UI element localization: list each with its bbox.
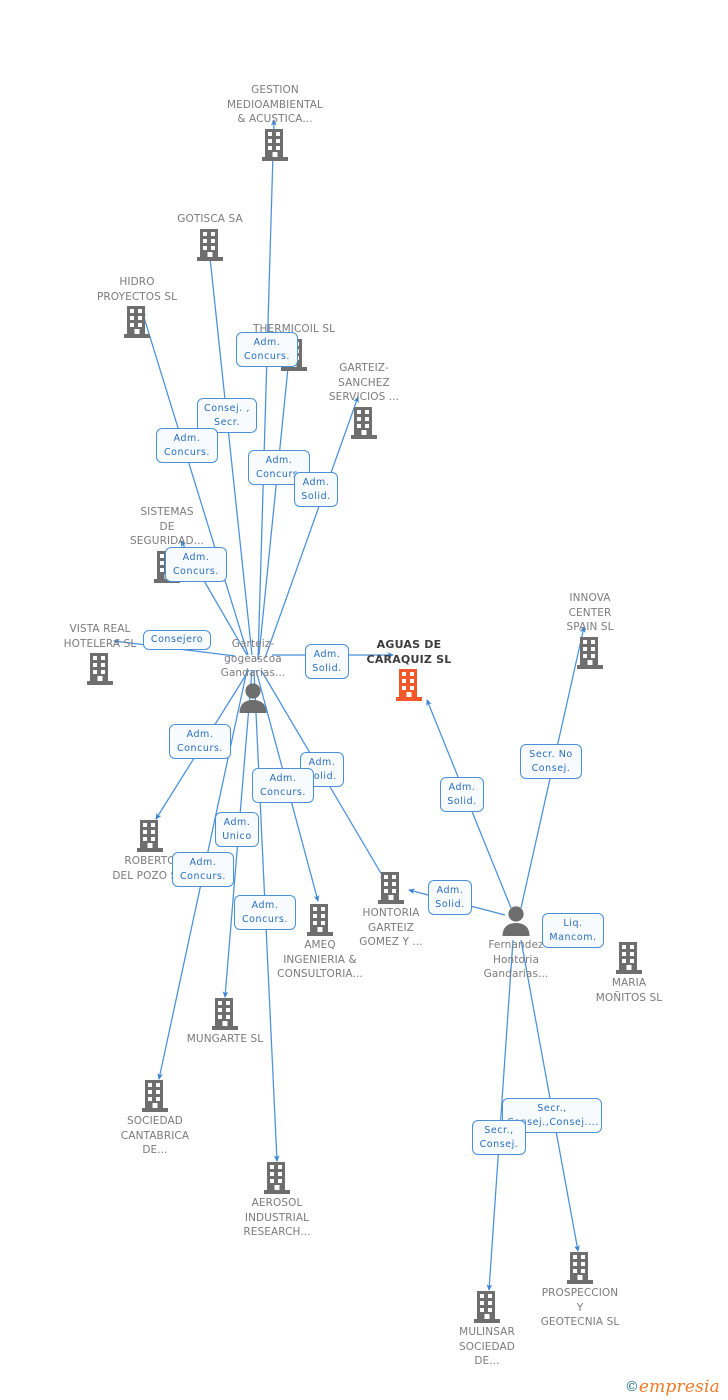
building-icon: [515, 636, 665, 670]
relation-tag-aguas-right[interactable]: Adm. Solid.: [440, 777, 484, 812]
graph-node-gotisca[interactable]: GOTISCA SA: [135, 212, 285, 262]
relation-tag-vistareal[interactable]: Consejero: [143, 630, 211, 650]
graph-node-label: AGUAS DE CARAQUIZ SL: [366, 638, 452, 666]
graph-node-label: GOTISCA SA: [177, 213, 243, 225]
edge-garteizp-to-gestion: [257, 119, 277, 661]
edge-garteizp-to-thermicoil: [258, 357, 292, 656]
copyright-icon: ©: [624, 1379, 639, 1395]
graph-node-label: GESTION MEDIOAMBIENTAL & ACUSTICA...: [226, 84, 324, 125]
graph-node-label: MARIA MOÑITOS SL: [595, 977, 663, 1004]
building-icon: [25, 652, 175, 686]
relation-tag-hidro[interactable]: Adm. Concurs.: [156, 428, 218, 463]
building-icon: [505, 1251, 655, 1285]
graph-node-label: HIDRO PROYECTOS SL: [96, 276, 178, 303]
relation-tag-mungarte[interactable]: Adm. Unico: [215, 812, 259, 847]
graph-node-label: MUNGARTE SL: [186, 1033, 264, 1045]
relation-tag-maria[interactable]: Liq. Mancom.: [542, 913, 604, 948]
relation-tag-aguas-left[interactable]: Adm. Solid.: [305, 644, 349, 679]
relation-tag-sistemas[interactable]: Adm. Concurs.: [165, 547, 227, 582]
building-icon: [412, 1290, 562, 1324]
graph-node-gestion[interactable]: GESTION MEDIOAMBIENTAL & ACUSTICA...: [200, 83, 350, 162]
graph-node-innova[interactable]: INNOVA CENTER SPAIN SL: [515, 591, 665, 670]
building-icon: [289, 406, 439, 440]
relation-tag-innova[interactable]: Secr. No Consej.: [520, 744, 582, 779]
building-icon: [150, 997, 300, 1031]
graph-node-aerosol[interactable]: AEROSOL INDUSTRIAL RESEARCH...: [202, 1161, 352, 1240]
building-icon: [62, 305, 212, 339]
relation-tag-garteizsan[interactable]: Adm. Solid.: [294, 472, 338, 507]
graph-node-label: INNOVA CENTER SPAIN SL: [566, 592, 614, 633]
graph-node-maria[interactable]: MARIA MOÑITOS SL: [554, 941, 704, 1005]
graph-node-label: MULINSAR SOCIEDAD DE...: [459, 1326, 515, 1367]
graph-node-hidro[interactable]: HIDRO PROYECTOS SL: [62, 275, 212, 339]
person-icon: [178, 682, 328, 714]
relation-tag-roberto[interactable]: Adm. Concurs.: [169, 724, 231, 759]
relation-tag-hontoria[interactable]: Adm. Solid.: [428, 880, 472, 915]
building-icon: [80, 1079, 230, 1113]
building-icon: [75, 819, 225, 853]
graph-node-label: SOCIEDAD CANTABRICA DE...: [120, 1115, 190, 1156]
graph-node-aguas[interactable]: AGUAS DE CARAQUIZ SL: [334, 638, 484, 702]
watermark-brand: empresia: [638, 1377, 720, 1397]
relation-tag-aerosol[interactable]: Adm. Concurs.: [234, 895, 296, 930]
network-graph-canvas: GESTION MEDIOAMBIENTAL & ACUSTICA... GOTI…: [0, 0, 728, 1400]
graph-node-mulinsar[interactable]: MULINSAR SOCIEDAD DE...: [412, 1290, 562, 1369]
graph-node-label: SISTEMAS DE SEGURIDAD...: [130, 506, 204, 547]
graph-node-label: GARTEIZ- SANCHEZ SERVICIOS ...: [328, 362, 400, 403]
relation-tag-hontoria2[interactable]: Adm. Concurs.: [252, 768, 314, 803]
graph-node-garteizsan[interactable]: GARTEIZ- SANCHEZ SERVICIOS ...: [289, 361, 439, 440]
relation-tag-thermicoil[interactable]: Adm. Concurs.: [236, 332, 298, 367]
building-icon: [202, 1161, 352, 1195]
graph-node-cantabrica[interactable]: SOCIEDAD CANTABRICA DE...: [80, 1079, 230, 1158]
graph-node-label: AEROSOL INDUSTRIAL RESEARCH...: [243, 1197, 311, 1238]
building-icon: [334, 668, 484, 702]
graph-node-mungarte[interactable]: MUNGARTE SL: [150, 997, 300, 1047]
building-icon: [200, 128, 350, 162]
building-icon: [135, 228, 285, 262]
relation-tag-cantabrica[interactable]: Adm. Concurs.: [172, 852, 234, 887]
relation-tag-mulinsar[interactable]: Secr., Consej.: [472, 1120, 526, 1155]
empresia-watermark: ©empresia: [625, 1378, 720, 1396]
